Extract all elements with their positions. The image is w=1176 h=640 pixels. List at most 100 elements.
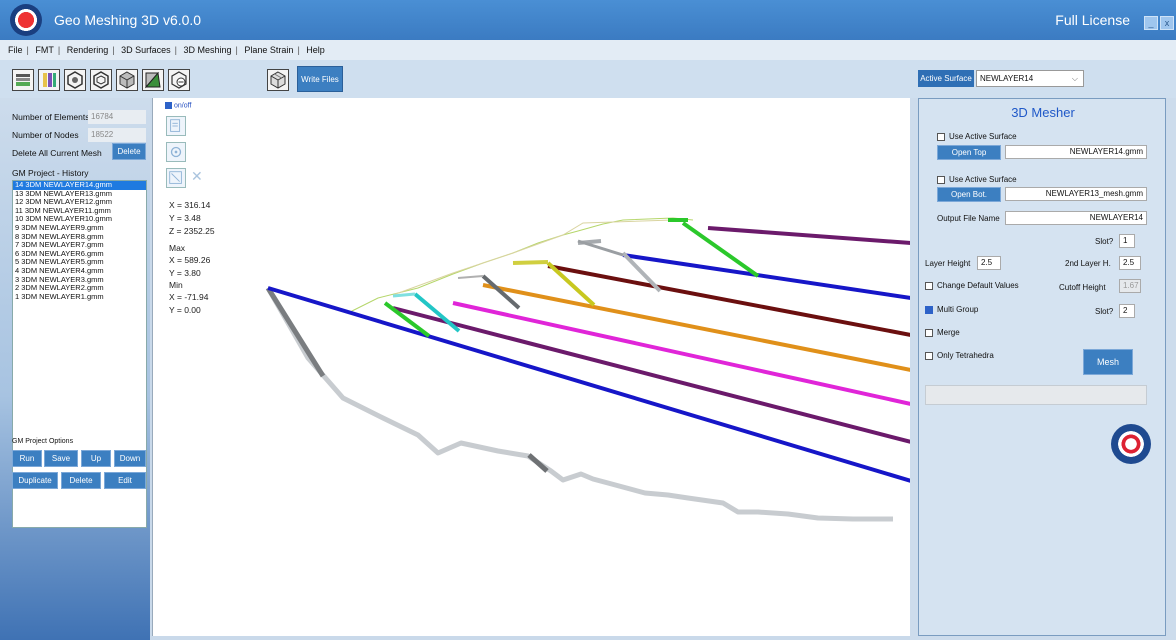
list-item[interactable]: 13 3DM NEWLAYER13.gmm: [13, 190, 146, 199]
use-active-bot-checkbox[interactable]: Use Active Surface: [937, 175, 1017, 184]
list-item[interactable]: 6 3DM NEWLAYER6.gmm: [13, 250, 146, 259]
title-bar: Geo Meshing 3D v6.0.0 Full License _ x: [0, 0, 1176, 40]
list-item[interactable]: 10 3DM NEWLAYER10.gmm: [13, 215, 146, 224]
layer-line-purple-upper: [707, 226, 911, 245]
num-elements-label: Number of Elements: [12, 112, 90, 122]
list-item[interactable]: 1 3DM NEWLAYER1.gmm: [13, 293, 146, 302]
layer2-field[interactable]: 2.5: [1119, 256, 1141, 270]
up-button[interactable]: Up: [81, 450, 111, 467]
slot-field[interactable]: 1: [1119, 234, 1135, 248]
checkbox-checked-icon: [925, 305, 933, 314]
use-active-top-label: Use Active Surface: [949, 132, 1017, 141]
output-label: Output File Name: [937, 214, 1000, 223]
minimize-button[interactable]: _: [1144, 16, 1158, 30]
num-nodes-label: Number of Nodes: [12, 130, 79, 140]
multi-group-checkbox[interactable]: Multi Group: [925, 305, 978, 314]
hexagon-minus-icon[interactable]: [168, 69, 190, 91]
layers-icon[interactable]: [12, 69, 34, 91]
edit-button[interactable]: Edit: [104, 472, 146, 489]
hexagon-icon[interactable]: [64, 69, 86, 91]
onoff-toggle[interactable]: on/off: [165, 102, 191, 109]
only-tetra-label: Only Tetrahedra: [937, 351, 994, 360]
save-button[interactable]: Save: [44, 450, 78, 467]
merge-label: Merge: [937, 328, 960, 337]
bot-file-field[interactable]: NEWLAYER13_mesh.gmm: [1005, 187, 1147, 201]
active-surface-label: Active Surface: [918, 70, 974, 87]
only-tetra-checkbox[interactable]: Only Tetrahedra: [925, 351, 994, 360]
checkbox-icon: [925, 351, 933, 360]
write-files-button[interactable]: Write Files: [297, 66, 343, 92]
rotate-view-icon[interactable]: [166, 142, 186, 162]
menu-rendering[interactable]: Rendering: [67, 45, 109, 55]
columns-icon[interactable]: [38, 69, 60, 91]
checkbox-checked-icon: [165, 102, 172, 109]
terrain-dark-segment: [527, 453, 549, 473]
document-view-icon[interactable]: [166, 116, 186, 136]
crest-yellow: [512, 260, 549, 265]
options-title: GM Project Options: [12, 438, 74, 445]
checkbox-icon: [937, 175, 945, 184]
list-item[interactable]: 12 3DM NEWLAYER12.gmm: [13, 198, 146, 207]
zoom-box-icon[interactable]: [166, 168, 186, 188]
down-button[interactable]: Down: [114, 450, 146, 467]
mesher-title: 3D Mesher: [1011, 105, 1075, 120]
menu-3d-meshing[interactable]: 3D Meshing: [184, 45, 232, 55]
cube-icon[interactable]: [116, 69, 138, 91]
list-item[interactable]: 4 3DM NEWLAYER4.gmm: [13, 267, 146, 276]
cube-grid-icon[interactable]: [267, 69, 289, 91]
3d-viewport[interactable]: on/off ✕ X = 316.14 Y = 3.48 Z = 2352.25…: [152, 98, 911, 636]
min-x: X = -71.94: [169, 292, 209, 302]
duplicate-button[interactable]: Duplicate: [12, 472, 58, 489]
brand-logo-icon: [1111, 424, 1151, 464]
active-surface-select[interactable]: NEWLAYER14 ⌵: [976, 70, 1084, 87]
open-bot-button[interactable]: Open Bot.: [937, 187, 1001, 202]
mesh-button[interactable]: Mesh: [1083, 349, 1133, 375]
menu-3d-surfaces[interactable]: 3D Surfaces: [121, 45, 171, 55]
layer-line-magenta: [452, 301, 911, 406]
delete-project-button[interactable]: Delete: [61, 472, 101, 489]
license-label: Full License: [1055, 12, 1130, 28]
layer-line-blue-upper: [622, 253, 911, 300]
menu-help[interactable]: Help: [306, 45, 325, 55]
list-item[interactable]: 11 3DM NEWLAYER11.gmm: [13, 207, 146, 216]
open-top-button[interactable]: Open Top: [937, 145, 1001, 160]
hexagon-outline-icon[interactable]: [90, 69, 112, 91]
slot-label: Slot?: [1095, 237, 1114, 246]
menu-file[interactable]: File: [8, 45, 23, 55]
menu-plane-strain[interactable]: Plane Strain: [244, 45, 293, 55]
cutoff-label: Cutoff Height: [1059, 283, 1106, 292]
list-item[interactable]: 3 3DM NEWLAYER3.gmm: [13, 276, 146, 285]
layer-height-field[interactable]: 2.5: [977, 256, 1001, 270]
list-item[interactable]: 7 3DM NEWLAYER7.gmm: [13, 241, 146, 250]
list-item[interactable]: 14 3DM NEWLAYER14.gmm: [13, 181, 146, 190]
delete-mesh-button[interactable]: Delete: [112, 143, 146, 160]
crest-cyan: [392, 292, 416, 298]
delete-mesh-label: Delete All Current Mesh: [12, 148, 102, 158]
app-logo-icon: [10, 4, 42, 36]
ramp-gray: [457, 275, 484, 279]
menu-fmt[interactable]: FMT: [35, 45, 54, 55]
list-item[interactable]: 2 3DM NEWLAYER2.gmm: [13, 284, 146, 293]
use-active-top-checkbox[interactable]: Use Active Surface: [937, 132, 1017, 141]
close-button[interactable]: x: [1160, 16, 1174, 30]
ramp-gray: [577, 239, 624, 257]
change-defaults-label: Change Default Values: [937, 281, 1019, 290]
left-panel: Number of Elements 16784 Number of Nodes…: [0, 98, 150, 640]
run-button[interactable]: Run: [12, 450, 42, 467]
triangle-icon[interactable]: [142, 69, 164, 91]
layer-height-label: Layer Height: [925, 259, 971, 268]
top-file-field[interactable]: NEWLAYER14.gmm: [1005, 145, 1147, 159]
list-item[interactable]: 8 3DM NEWLAYER8.gmm: [13, 233, 146, 242]
cutoff-field[interactable]: 1.67: [1119, 279, 1141, 293]
coord-y: Y = 3.48: [169, 213, 201, 223]
merge-checkbox[interactable]: Merge: [925, 328, 960, 337]
slot2-field[interactable]: 2: [1119, 304, 1135, 318]
close-icon[interactable]: ✕: [191, 168, 203, 185]
change-defaults-checkbox[interactable]: Change Default Values: [925, 281, 1019, 290]
right-panel: 3D Mesher Use Active Surface Open Top NE…: [910, 98, 1176, 640]
output-field[interactable]: NEWLAYER14: [1005, 211, 1147, 225]
list-item[interactable]: 5 3DM NEWLAYER5.gmm: [13, 258, 146, 267]
checkbox-icon: [937, 132, 945, 141]
list-item[interactable]: 9 3DM NEWLAYER9.gmm: [13, 224, 146, 233]
mesh-scene: [265, 217, 911, 522]
